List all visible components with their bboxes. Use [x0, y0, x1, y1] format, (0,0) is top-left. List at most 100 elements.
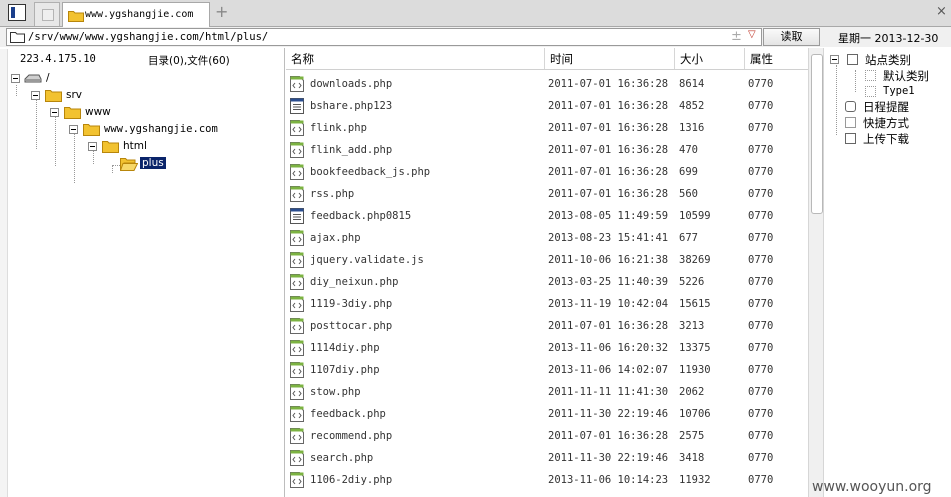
- new-tab-plus-icon[interactable]: +: [215, 4, 228, 20]
- column-header-attr[interactable]: 属性: [750, 51, 773, 67]
- category-icon: [865, 70, 876, 81]
- php-file-icon: [290, 450, 304, 466]
- right-item-label: 默认类别: [883, 69, 929, 83]
- generic-file-icon: [290, 208, 304, 224]
- collapse-icon[interactable]: [69, 125, 78, 134]
- file-time: 2011-07-01 16:36:28: [548, 144, 669, 156]
- vertical-scrollbar[interactable]: [808, 48, 824, 497]
- file-attr: 0770: [748, 342, 774, 354]
- file-row[interactable]: 1106-2diy.php 2013-11-06 10:14:23 11932 077…: [286, 469, 808, 491]
- file-row[interactable]: jquery.validate.js 2011-10-06 16:21:38 382…: [286, 249, 808, 271]
- file-size: 10599: [679, 210, 711, 222]
- file-size: 4852: [679, 100, 705, 112]
- file-list: 名称 时间 大小 属性 downloads.php 2011-07-01 16:3…: [286, 48, 808, 497]
- path-input[interactable]: /srv/www/www.ygshangjie.com/html/plus/: [28, 31, 268, 43]
- panel-toggle-icon[interactable]: [8, 4, 26, 21]
- column-header-time[interactable]: 时间: [550, 51, 573, 67]
- file-attr: 0770: [748, 452, 774, 464]
- file-row[interactable]: posttocar.php 2011-07-01 16:36:28 3213 0770: [286, 315, 808, 337]
- file-time: 2013-03-25 11:40:39: [548, 276, 669, 288]
- file-row[interactable]: recommend.php 2011-07-01 16:36:28 2575 0770: [286, 425, 808, 447]
- file-name: recommend.php: [310, 430, 393, 442]
- file-time: 2011-07-01 16:36:28: [548, 320, 669, 332]
- file-name: feedback.php: [310, 408, 386, 420]
- file-row[interactable]: feedback.php0815 2013-08-05 11:49:59 10599…: [286, 205, 808, 227]
- file-row[interactable]: feedback.php 2011-11-30 22:19:46 10706 0770: [286, 403, 808, 425]
- tree-node-label-selected: plus: [140, 157, 166, 169]
- path-input-box[interactable]: /srv/www/www.ygshangjie.com/html/plus/ ±…: [6, 28, 762, 46]
- file-time: 2011-07-01 16:36:28: [548, 122, 669, 134]
- file-name: bookfeedback_js.php: [310, 166, 431, 178]
- file-time: 2011-07-01 16:36:28: [548, 430, 669, 442]
- file-attr: 0770: [748, 188, 774, 200]
- file-attr: 0770: [748, 232, 774, 244]
- collapse-icon[interactable]: [50, 108, 59, 117]
- close-icon[interactable]: ×: [936, 4, 947, 19]
- file-row[interactable]: search.php 2011-11-30 22:19:46 3418 0770: [286, 447, 808, 469]
- file-name: 1106-2diy.php: [310, 474, 393, 486]
- file-time: 2011-10-06 16:21:38: [548, 254, 669, 266]
- file-name: 1107diy.php: [310, 364, 380, 376]
- file-row[interactable]: flink_add.php 2011-07-01 16:36:28 470 0770: [286, 139, 808, 161]
- file-attr: 0770: [748, 100, 774, 112]
- right-panel: 站点类别 默认类别 Type1 日程提醒 快捷方式 上传下载: [825, 48, 951, 497]
- php-file-icon: [290, 186, 304, 202]
- server-ip: 223.4.175.10: [20, 53, 96, 65]
- collapse-icon[interactable]: [31, 91, 40, 100]
- tab-active[interactable]: www.ygshangjie.com: [62, 2, 210, 27]
- file-name: 1119-3diy.php: [310, 298, 393, 310]
- category-icon: [847, 54, 858, 65]
- file-row[interactable]: flink.php 2011-07-01 16:36:28 1316 0770: [286, 117, 808, 139]
- file-size: 560: [679, 188, 698, 200]
- file-row[interactable]: bookfeedback_js.php 2011-07-01 16:36:28 69…: [286, 161, 808, 183]
- file-row[interactable]: rss.php 2011-07-01 16:36:28 560 0770: [286, 183, 808, 205]
- date-display: 星期一 2013-12-30: [838, 32, 939, 45]
- file-row[interactable]: downloads.php 2011-07-01 16:36:28 8614 0770: [286, 73, 808, 95]
- shortcut-icon: [845, 117, 856, 128]
- file-time: 2013-08-05 11:49:59: [548, 210, 669, 222]
- file-row[interactable]: 1114diy.php 2013-11-06 16:20:32 13375 0770: [286, 337, 808, 359]
- php-file-icon: [290, 340, 304, 356]
- file-attr: 0770: [748, 364, 774, 376]
- file-size: 2062: [679, 386, 705, 398]
- column-header-name[interactable]: 名称: [291, 51, 314, 67]
- php-file-icon: [290, 472, 304, 488]
- collapse-icon[interactable]: [830, 55, 839, 64]
- column-header-size[interactable]: 大小: [680, 51, 703, 67]
- collapse-icon[interactable]: [11, 74, 20, 83]
- right-item-label: 上传下载: [863, 132, 909, 146]
- file-size: 3213: [679, 320, 705, 332]
- tree-node-label: www: [85, 106, 111, 118]
- file-size: 11930: [679, 364, 711, 376]
- scroll-thumb[interactable]: [811, 54, 823, 214]
- chevron-down-icon[interactable]: ▽: [748, 29, 756, 40]
- file-name: downloads.php: [310, 78, 393, 90]
- tab-bar: www.ygshangjie.com + ×: [0, 0, 951, 27]
- file-name: jquery.validate.js: [310, 254, 424, 266]
- file-time: 2011-07-01 16:36:28: [548, 166, 669, 178]
- file-time: 2011-11-30 22:19:46: [548, 408, 669, 420]
- php-file-icon: [290, 274, 304, 290]
- file-name: 1114diy.php: [310, 342, 380, 354]
- file-row[interactable]: 1119-3diy.php 2013-11-19 10:42:04 15615 077…: [286, 293, 808, 315]
- file-row[interactable]: 1107diy.php 2013-11-06 14:02:07 11930 0770: [286, 359, 808, 381]
- file-row[interactable]: stow.php 2011-11-11 11:41:30 2062 0770: [286, 381, 808, 403]
- dir-summary: 目录(0),文件(60): [148, 55, 230, 67]
- tab-blank[interactable]: [34, 2, 60, 26]
- file-row[interactable]: ajax.php 2013-08-23 15:41:41 677 0770: [286, 227, 808, 249]
- folder-icon: [10, 32, 25, 43]
- add-bookmark-icon[interactable]: ±: [731, 29, 742, 44]
- file-time: 2011-07-01 16:36:28: [548, 100, 669, 112]
- address-bar: /srv/www/www.ygshangjie.com/html/plus/ ±…: [0, 27, 951, 47]
- file-attr: 0770: [748, 298, 774, 310]
- php-file-icon: [290, 230, 304, 246]
- file-attr: 0770: [748, 320, 774, 332]
- file-attr: 0770: [748, 430, 774, 442]
- read-button[interactable]: 读取: [763, 28, 820, 46]
- file-attr: 0770: [748, 166, 774, 178]
- file-row[interactable]: bshare.php123 2011-07-01 16:36:28 4852 0770: [286, 95, 808, 117]
- php-file-icon: [290, 296, 304, 312]
- file-row[interactable]: diy_neixun.php 2013-03-25 11:40:39 5226 077…: [286, 271, 808, 293]
- file-time: 2013-11-19 10:42:04: [548, 298, 669, 310]
- collapse-icon[interactable]: [88, 142, 97, 151]
